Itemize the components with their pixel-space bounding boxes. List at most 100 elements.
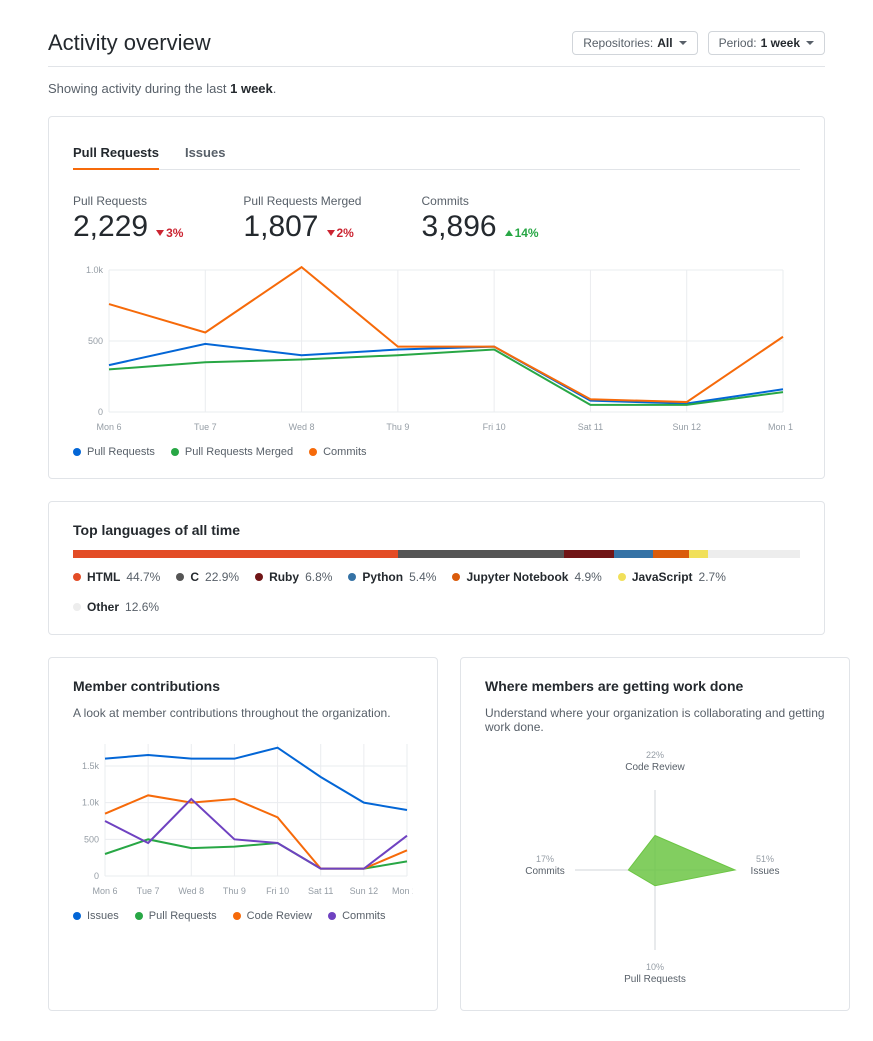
language-segment: [398, 550, 564, 558]
language-legend-item: JavaScript2.7%: [618, 570, 726, 584]
legend-dot-icon: [73, 912, 81, 920]
work-done-title: Where members are getting work done: [485, 678, 825, 694]
language-segment: [689, 550, 709, 558]
legend-dot-icon: [171, 448, 179, 456]
svg-text:Pull Requests: Pull Requests: [624, 974, 686, 985]
member-contributions-panel: Member contributions A look at member co…: [48, 657, 438, 1011]
member-contributions-legend: IssuesPull RequestsCode ReviewCommits: [73, 910, 413, 922]
language-pct: 22.9%: [205, 570, 239, 584]
language-name: Python: [362, 570, 403, 584]
svg-text:1.0k: 1.0k: [82, 798, 100, 808]
legend-item: Commits: [309, 446, 366, 458]
metrics-row: Pull Requests 2,229 3% Pull Requests Merged…: [73, 190, 800, 262]
legend-dot-icon: [452, 573, 460, 581]
activity-chart: 05001.0kMon 6Tue 7Wed 8Thu 9Fri 10Sat 11…: [73, 262, 800, 432]
legend-label: Pull Requests Merged: [185, 446, 293, 458]
legend-dot-icon: [309, 448, 317, 456]
legend-item: Commits: [328, 910, 385, 922]
svg-text:1.0k: 1.0k: [86, 265, 104, 275]
metric-value-row: 2,229 3%: [73, 210, 183, 244]
svg-text:Mon 13: Mon 13: [392, 886, 413, 896]
activity-panel: Pull Requests Issues Pull Requests 2,229 3…: [48, 116, 825, 479]
language-name: C: [190, 570, 199, 584]
svg-text:Mon 6: Mon 6: [92, 886, 117, 896]
period-filter-button[interactable]: Period: 1 week: [708, 31, 825, 55]
member-contributions-subtitle: A look at member contributions throughou…: [73, 706, 413, 720]
metric-trend-pct: 3%: [166, 226, 183, 240]
legend-dot-icon: [176, 573, 184, 581]
svg-text:Sat 11: Sat 11: [578, 422, 603, 432]
tab-issues[interactable]: Issues: [185, 137, 225, 169]
svg-text:10%: 10%: [646, 962, 664, 972]
work-done-radar-chart: 22%Code Review51%Issues10%Pull Requests1…: [485, 750, 825, 990]
metric-value: 1,807: [243, 210, 318, 244]
activity-chart-legend: Pull Requests Pull Requests Merged Commits: [73, 446, 800, 458]
legend-label: Commits: [323, 446, 366, 458]
subtitle-period: 1 week: [230, 81, 273, 96]
svg-text:Sun 12: Sun 12: [350, 886, 379, 896]
activity-tabs: Pull Requests Issues: [73, 137, 800, 170]
page-header: Activity overview Repositories: All Peri…: [48, 30, 825, 67]
period-value: 1 week: [761, 36, 800, 50]
metric-label: Pull Requests Merged: [243, 194, 361, 208]
repositories-filter-button[interactable]: Repositories: All: [572, 31, 697, 55]
header-controls: Repositories: All Period: 1 week: [572, 31, 825, 55]
language-name: HTML: [87, 570, 120, 584]
work-done-subtitle: Understand where your organization is co…: [485, 706, 825, 734]
svg-text:Commits: Commits: [525, 866, 564, 877]
svg-text:0: 0: [94, 871, 99, 881]
language-legend-item: Python5.4%: [348, 570, 436, 584]
chevron-down-icon: [679, 41, 687, 45]
language-segment: [73, 550, 398, 558]
language-name: Jupyter Notebook: [466, 570, 568, 584]
svg-text:51%: 51%: [756, 854, 774, 864]
language-name: Other: [87, 600, 119, 614]
arrow-up-icon: [505, 230, 513, 236]
svg-text:1.5k: 1.5k: [82, 761, 100, 771]
metric-value: 2,229: [73, 210, 148, 244]
language-segment: [564, 550, 613, 558]
legend-item: Pull Requests: [135, 910, 217, 922]
legend-item: Issues: [73, 910, 119, 922]
metric-trend: 14%: [505, 226, 539, 240]
svg-text:Issues: Issues: [751, 866, 780, 877]
language-name: Ruby: [269, 570, 299, 584]
metric-trend: 2%: [327, 226, 354, 240]
legend-dot-icon: [233, 912, 241, 920]
language-legend-item: Jupyter Notebook 4.9%: [452, 570, 601, 584]
svg-text:Mon 6: Mon 6: [96, 422, 121, 432]
legend-dot-icon: [73, 573, 81, 581]
metric-value-row: 1,807 2%: [243, 210, 361, 244]
legend-label: Issues: [87, 910, 119, 922]
languages-legend: HTML 44.7% C 22.9% Ruby 6.8% Python5.4% Jupyter…: [73, 570, 800, 614]
language-pct: 2.7%: [699, 570, 726, 584]
svg-text:Code Review: Code Review: [625, 762, 685, 773]
svg-text:500: 500: [84, 834, 99, 844]
language-legend-item: Ruby 6.8%: [255, 570, 332, 584]
language-segment: [614, 550, 653, 558]
svg-text:500: 500: [88, 336, 103, 346]
language-pct: 6.8%: [305, 570, 332, 584]
languages-panel: Top languages of all time HTML 44.7% C 22.9…: [48, 501, 825, 635]
legend-dot-icon: [618, 573, 626, 581]
language-pct: 44.7%: [126, 570, 160, 584]
member-contributions-title: Member contributions: [73, 678, 413, 694]
language-legend-item: HTML 44.7%: [73, 570, 160, 584]
metric: Commits3,89614%: [421, 194, 538, 244]
period-prefix: Period:: [719, 36, 757, 50]
language-pct: 4.9%: [574, 570, 601, 584]
languages-bar: [73, 550, 800, 558]
svg-text:Fri 10: Fri 10: [266, 886, 289, 896]
repos-value: All: [657, 36, 672, 50]
tab-pull-requests[interactable]: Pull Requests: [73, 137, 159, 170]
legend-item: Pull Requests: [73, 446, 155, 458]
metric-label: Pull Requests: [73, 194, 183, 208]
legend-dot-icon: [73, 448, 81, 456]
legend-item: Pull Requests Merged: [171, 446, 293, 458]
metric-value: 3,896: [421, 210, 496, 244]
metric: Pull Requests 2,229 3%: [73, 194, 183, 244]
languages-title: Top languages of all time: [73, 522, 800, 538]
subtitle: Showing activity during the last 1 week.: [48, 81, 825, 96]
metric-value-row: 3,896 14%: [421, 210, 538, 244]
legend-dot-icon: [135, 912, 143, 920]
